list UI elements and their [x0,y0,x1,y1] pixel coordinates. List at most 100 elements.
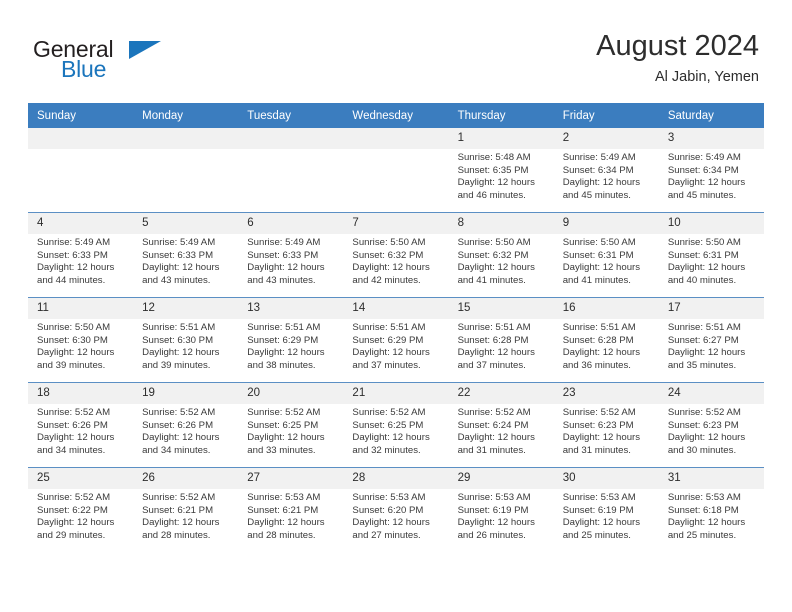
day-details: Sunrise: 5:53 AM Sunset: 6:20 PM Daylight:… [343,489,448,542]
sunset-text: Sunset: 6:22 PM [37,504,108,516]
day-details: Sunrise: 5:52 AM Sunset: 6:22 PM Daylight:… [28,489,133,542]
calendar-cell-day[interactable]: 18 Sunrise: 5:52 AM Sunset: 6:26 PM Dayligh… [28,382,134,468]
calendar-cell-day[interactable]: 15 Sunrise: 5:51 AM Sunset: 6:28 PM Dayligh… [448,297,554,383]
day-number: 3 [658,128,764,149]
calendar-cell-day[interactable]: 25 Sunrise: 5:52 AM Sunset: 6:22 PM Dayligh… [28,467,134,552]
page-title: August 2024 [596,30,759,62]
daylight-text-line1: Daylight: 12 hours [247,517,325,529]
daylight-text-line1: Daylight: 12 hours [352,432,430,444]
calendar-cell-day[interactable]: 27 Sunrise: 5:53 AM Sunset: 6:21 PM Dayligh… [238,467,344,552]
calendar-cell-day[interactable]: 7 Sunrise: 5:50 AM Sunset: 6:32 PM Daylight… [343,212,449,298]
calendar-cell-day[interactable]: 20 Sunrise: 5:52 AM Sunset: 6:25 PM Dayligh… [238,382,344,468]
calendar-cell-day[interactable]: 23 Sunrise: 5:52 AM Sunset: 6:23 PM Dayligh… [553,382,659,468]
daylight-text-line2: and 39 minutes. [142,359,211,371]
day-details: Sunrise: 5:52 AM Sunset: 6:25 PM Daylight:… [343,404,448,457]
calendar-cell-day[interactable]: 1 Sunrise: 5:48 AM Sunset: 6:35 PM Daylight… [448,128,554,213]
calendar-cell-day[interactable]: 6 Sunrise: 5:49 AM Sunset: 6:33 PM Daylight… [238,212,344,298]
cell-inner: 1 Sunrise: 5:48 AM Sunset: 6:35 PM Daylight… [448,128,554,212]
daylight-text-line1: Daylight: 12 hours [457,262,535,274]
daylight-text-line2: and 37 minutes. [457,359,526,371]
sunrise-text: Sunrise: 5:52 AM [562,407,636,418]
calendar-cell-day[interactable]: 8 Sunrise: 5:50 AM Sunset: 6:32 PM Daylight… [448,212,554,298]
sunrise-text: Sunrise: 5:53 AM [352,492,426,503]
calendar-cell-day[interactable]: 17 Sunrise: 5:51 AM Sunset: 6:27 PM Dayligh… [658,297,764,383]
calendar-cell-day[interactable]: 10 Sunrise: 5:50 AM Sunset: 6:31 PM Dayligh… [658,212,764,298]
cell-inner: 4 Sunrise: 5:49 AM Sunset: 6:33 PM Daylight… [28,213,134,297]
calendar-cell-day[interactable]: 28 Sunrise: 5:53 AM Sunset: 6:20 PM Dayligh… [343,467,449,552]
calendar-cell-day[interactable]: 13 Sunrise: 5:51 AM Sunset: 6:29 PM Dayligh… [238,297,344,383]
sunrise-text: Sunrise: 5:52 AM [352,407,426,418]
sunrise-text: Sunrise: 5:50 AM [667,237,741,248]
calendar-cell-day[interactable]: 26 Sunrise: 5:52 AM Sunset: 6:21 PM Dayligh… [133,467,239,552]
sunrise-text: Sunrise: 5:49 AM [667,152,741,163]
calendar-cell-day[interactable]: 4 Sunrise: 5:49 AM Sunset: 6:33 PM Daylight… [28,212,134,298]
daylight-text-line1: Daylight: 12 hours [142,262,220,274]
calendar-cell-day[interactable]: 19 Sunrise: 5:52 AM Sunset: 6:26 PM Dayligh… [133,382,239,468]
sunset-text: Sunset: 6:25 PM [352,419,424,431]
day-details: Sunrise: 5:52 AM Sunset: 6:25 PM Daylight:… [238,404,343,457]
cell-inner: 6 Sunrise: 5:49 AM Sunset: 6:33 PM Daylight… [238,213,344,297]
calendar-cell-empty [343,128,449,213]
day-number: 6 [238,213,344,234]
sunrise-text: Sunrise: 5:50 AM [457,237,531,248]
calendar-cell-day[interactable]: 16 Sunrise: 5:51 AM Sunset: 6:28 PM Dayligh… [553,297,659,383]
brand-logo[interactable]: General Blue [33,36,253,86]
sunset-text: Sunset: 6:34 PM [667,164,739,176]
day-number: 17 [658,298,764,319]
day-details: Sunrise: 5:51 AM Sunset: 6:27 PM Daylight:… [659,319,764,372]
calendar-cell-day[interactable]: 9 Sunrise: 5:50 AM Sunset: 6:31 PM Daylight… [553,212,659,298]
daylight-text-line2: and 33 minutes. [247,444,316,456]
cell-inner [133,128,239,212]
cell-inner [28,128,134,212]
daylight-text-line1: Daylight: 12 hours [247,432,325,444]
cell-inner [238,128,344,212]
day-details: Sunrise: 5:53 AM Sunset: 6:18 PM Daylight:… [659,489,764,542]
daylight-text-line2: and 29 minutes. [37,529,106,541]
sunset-text: Sunset: 6:30 PM [37,334,108,346]
calendar-page: General Blue August 2024 Al Jabin, Yemen… [0,0,792,612]
sunset-text: Sunset: 6:33 PM [142,249,214,261]
daylight-text-line1: Daylight: 12 hours [667,262,746,274]
cell-inner: 15 Sunrise: 5:51 AM Sunset: 6:28 PM Dayligh… [448,298,554,382]
calendar-cell-day[interactable]: 11 Sunrise: 5:50 AM Sunset: 6:30 PM Dayligh… [28,297,134,383]
calendar-cell-empty [238,128,344,213]
calendar-cell-day[interactable]: 3 Sunrise: 5:49 AM Sunset: 6:34 PM Daylight… [658,128,764,213]
daylight-text-line2: and 43 minutes. [142,274,211,286]
daylight-text-line1: Daylight: 12 hours [352,517,430,529]
day-number: 5 [133,213,239,234]
weekday-header-thursday: Thursday [448,103,554,128]
sunrise-text: Sunrise: 5:53 AM [247,492,321,503]
day-number: 26 [133,468,239,489]
daylight-text-line2: and 30 minutes. [667,444,737,456]
sunset-text: Sunset: 6:24 PM [457,419,529,431]
day-details: Sunrise: 5:51 AM Sunset: 6:28 PM Daylight:… [554,319,659,372]
day-number: 24 [658,383,764,404]
daylight-text-line2: and 39 minutes. [37,359,106,371]
calendar-cell-day[interactable]: 12 Sunrise: 5:51 AM Sunset: 6:30 PM Dayligh… [133,297,239,383]
sunrise-text: Sunrise: 5:53 AM [457,492,531,503]
daylight-text-line1: Daylight: 12 hours [667,177,746,189]
daylight-text-line1: Daylight: 12 hours [457,347,535,359]
calendar-cell-day[interactable]: 31 Sunrise: 5:53 AM Sunset: 6:18 PM Dayligh… [658,467,764,552]
cell-inner: 3 Sunrise: 5:49 AM Sunset: 6:34 PM Daylight… [658,128,764,212]
daylight-text-line2: and 26 minutes. [457,529,526,541]
daylight-text-line1: Daylight: 12 hours [247,347,325,359]
calendar-cell-day[interactable]: 5 Sunrise: 5:49 AM Sunset: 6:33 PM Daylight… [133,212,239,298]
daylight-text-line2: and 43 minutes. [247,274,316,286]
triangle-icon [129,41,161,59]
day-details: Sunrise: 5:49 AM Sunset: 6:33 PM Daylight:… [133,234,238,287]
sunset-text: Sunset: 6:29 PM [247,334,319,346]
calendar-cell-day[interactable]: 2 Sunrise: 5:49 AM Sunset: 6:34 PM Daylight… [553,128,659,213]
calendar-cell-day[interactable]: 29 Sunrise: 5:53 AM Sunset: 6:19 PM Dayligh… [448,467,554,552]
cell-inner: 24 Sunrise: 5:52 AM Sunset: 6:23 PM Dayligh… [658,383,764,467]
sunset-text: Sunset: 6:21 PM [247,504,319,516]
cell-inner: 25 Sunrise: 5:52 AM Sunset: 6:22 PM Dayligh… [28,468,134,552]
sunrise-text: Sunrise: 5:49 AM [37,237,111,248]
daylight-text-line1: Daylight: 12 hours [142,517,220,529]
calendar-cell-day[interactable]: 22 Sunrise: 5:52 AM Sunset: 6:24 PM Dayligh… [448,382,554,468]
calendar-cell-day[interactable]: 24 Sunrise: 5:52 AM Sunset: 6:23 PM Dayligh… [658,382,764,468]
calendar-cell-day[interactable]: 21 Sunrise: 5:52 AM Sunset: 6:25 PM Dayligh… [343,382,449,468]
sunrise-text: Sunrise: 5:53 AM [667,492,741,503]
calendar-cell-day[interactable]: 14 Sunrise: 5:51 AM Sunset: 6:29 PM Dayligh… [343,297,449,383]
calendar-cell-day[interactable]: 30 Sunrise: 5:53 AM Sunset: 6:19 PM Dayligh… [553,467,659,552]
